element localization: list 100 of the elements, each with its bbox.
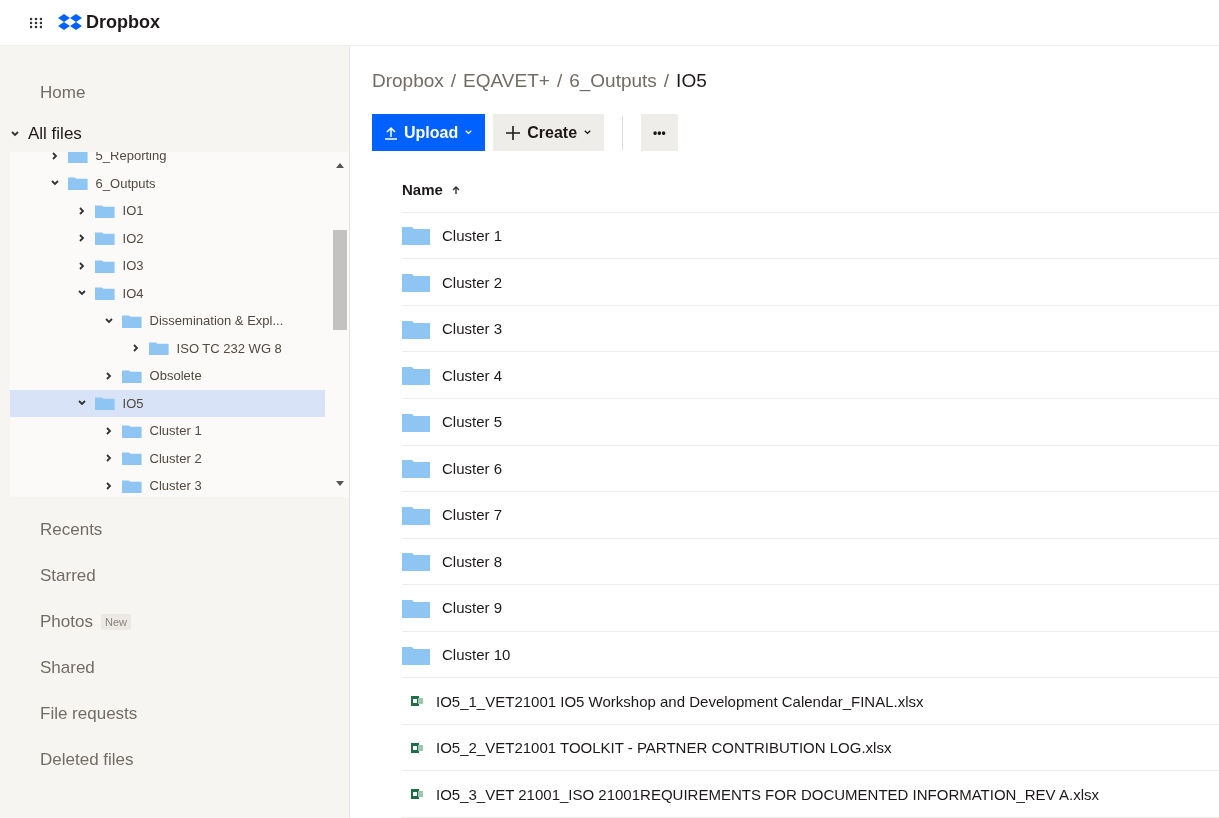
tree-item[interactable]: IO1 bbox=[10, 197, 325, 225]
tree-item[interactable]: Cluster 2 bbox=[10, 444, 325, 472]
nav-item[interactable]: Deleted files bbox=[0, 737, 349, 783]
nav-item-label: Shared bbox=[40, 658, 95, 678]
file-name[interactable]: Cluster 6 bbox=[442, 459, 503, 477]
nav-item[interactable]: Photos New bbox=[0, 599, 349, 645]
folder-icon bbox=[122, 451, 142, 466]
breadcrumb-link[interactable]: 6_Outputs bbox=[569, 70, 657, 91]
file-name[interactable]: Cluster 1 bbox=[442, 226, 503, 244]
app-grid-icon[interactable] bbox=[30, 16, 42, 29]
nav-item-label: Recents bbox=[40, 520, 103, 540]
folder-icon bbox=[95, 396, 115, 411]
file-name[interactable]: IO5_3_VET 21001_ISO 21001REQUIREMENTS FOR DOCUMENTED INFORMATION_REV A.xlsx bbox=[436, 785, 1099, 803]
tree-item-label: Cluster 2 bbox=[149, 450, 202, 466]
folder-icon bbox=[402, 504, 430, 525]
file-name[interactable]: Cluster 10 bbox=[442, 646, 511, 664]
tree-item-label: Cluster 3 bbox=[149, 478, 202, 494]
spreadsheet-icon bbox=[410, 694, 424, 709]
folder-icon bbox=[122, 478, 142, 493]
nav-item[interactable]: Starred bbox=[0, 553, 349, 599]
chevron-right-icon[interactable] bbox=[77, 205, 87, 216]
file-name[interactable]: IO5_2_VET21001 TOOLKIT - PARTNER CONTRIBUTION LOG.xlsx bbox=[436, 739, 892, 757]
chevron-down-icon[interactable] bbox=[10, 129, 20, 139]
folder-icon bbox=[402, 411, 430, 432]
tree-item-label: Dissemination & Expl... bbox=[149, 313, 284, 329]
folder-icon bbox=[402, 597, 430, 618]
tree-item[interactable]: IO3 bbox=[10, 252, 325, 280]
folder-icon bbox=[149, 341, 169, 356]
tree-item[interactable]: IO5 bbox=[10, 389, 325, 417]
breadcrumb-separator: / bbox=[663, 70, 670, 91]
tree-item-label: IO3 bbox=[122, 258, 144, 274]
nav-item-label: Photos bbox=[40, 612, 93, 632]
chevron-down-icon[interactable] bbox=[104, 315, 114, 326]
chevron-right-icon[interactable] bbox=[104, 480, 114, 491]
file-name[interactable]: Cluster 2 bbox=[442, 273, 503, 291]
folder-icon bbox=[122, 313, 142, 328]
file-name[interactable]: Cluster 4 bbox=[442, 366, 503, 384]
tree-item-label: ISO TC 232 WG 8 bbox=[176, 340, 282, 356]
file-name[interactable]: Cluster 3 bbox=[442, 320, 503, 338]
tree-item[interactable]: ISO TC 232 WG 8 bbox=[10, 334, 325, 362]
nav-item[interactable]: File requests bbox=[0, 691, 349, 737]
folder-icon bbox=[402, 644, 430, 665]
nav-item[interactable]: Home bbox=[0, 70, 349, 116]
folder-icon bbox=[402, 225, 430, 246]
spreadsheet-icon bbox=[410, 787, 424, 802]
tree-item[interactable]: IO2 bbox=[10, 224, 325, 252]
tree-item[interactable]: Cluster 1 bbox=[10, 417, 325, 445]
tree-item[interactable]: IO4 bbox=[10, 279, 325, 307]
upload-button[interactable]: Upload bbox=[372, 114, 486, 152]
tree-item-label: Obsolete bbox=[149, 368, 202, 384]
scroll-up-icon[interactable] bbox=[336, 162, 344, 168]
nav-item[interactable]: Shared bbox=[0, 645, 349, 691]
tree-item[interactable]: Obsolete bbox=[10, 362, 325, 390]
folder-icon bbox=[95, 286, 115, 301]
file-name[interactable]: Cluster 7 bbox=[442, 506, 503, 524]
folder-icon bbox=[122, 423, 142, 438]
chevron-right-icon[interactable] bbox=[50, 152, 60, 161]
folder-icon bbox=[122, 368, 142, 383]
tree-item[interactable]: Dissemination & Expl... bbox=[10, 307, 325, 335]
scrollbar-thumb[interactable] bbox=[333, 230, 347, 330]
folder-icon bbox=[402, 318, 430, 339]
scroll-down-icon[interactable] bbox=[336, 481, 344, 487]
chevron-right-icon[interactable] bbox=[104, 425, 114, 436]
nav-item[interactable]: All files bbox=[28, 124, 82, 144]
nav-item[interactable]: Recents bbox=[0, 507, 349, 553]
file-name[interactable]: Cluster 8 bbox=[442, 552, 503, 570]
folder-icon bbox=[68, 176, 88, 191]
folder-icon bbox=[95, 231, 115, 246]
spreadsheet-icon bbox=[410, 740, 424, 755]
tree-item-label: IO5 bbox=[122, 395, 144, 411]
file-name[interactable]: Cluster 9 bbox=[442, 599, 503, 617]
chevron-right-icon[interactable] bbox=[104, 453, 114, 464]
breadcrumb-link[interactable]: Dropbox bbox=[372, 70, 444, 91]
tree-item-label: IO1 bbox=[122, 203, 144, 219]
folder-icon bbox=[402, 272, 430, 293]
sort-up-icon[interactable] bbox=[450, 184, 461, 195]
breadcrumb-separator: / bbox=[450, 70, 457, 91]
more-button[interactable]: ••• bbox=[641, 114, 678, 152]
file-name[interactable]: Cluster 5 bbox=[442, 413, 503, 431]
chevron-right-icon[interactable] bbox=[104, 370, 114, 381]
tree-item[interactable]: 6_Outputs bbox=[10, 169, 325, 197]
chevron-right-icon[interactable] bbox=[77, 233, 87, 244]
breadcrumb-link[interactable]: IO5 bbox=[676, 70, 707, 91]
tree-item[interactable]: Cluster 3 bbox=[10, 472, 325, 497]
chevron-right-icon[interactable] bbox=[131, 343, 141, 354]
new-badge: New bbox=[100, 614, 131, 630]
folder-icon bbox=[402, 551, 430, 572]
breadcrumb-link[interactable]: EQAVET+ bbox=[463, 70, 550, 91]
create-button[interactable]: Create bbox=[493, 114, 605, 152]
nav-item-label: Starred bbox=[40, 566, 96, 586]
folder-icon bbox=[95, 203, 115, 218]
plus-icon bbox=[505, 124, 522, 141]
column-header[interactable]: Name bbox=[402, 181, 443, 199]
tree-item-label: 6_Outputs bbox=[95, 175, 156, 191]
folder-icon bbox=[402, 458, 430, 479]
chevron-right-icon[interactable] bbox=[77, 260, 87, 271]
file-name[interactable]: IO5_1_VET21001 IO5 Workshop and Development Calendar_FINAL.xlsx bbox=[436, 692, 924, 710]
app-name: Dropbox bbox=[86, 12, 160, 33]
nav-item-label: File requests bbox=[40, 704, 138, 724]
box-logo-icon bbox=[58, 12, 82, 33]
